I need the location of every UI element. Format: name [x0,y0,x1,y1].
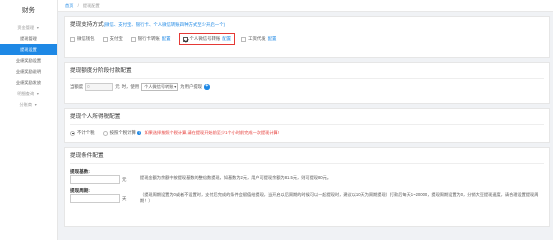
option-label: 工资代发 [248,36,266,41]
breadcrumb-home-link[interactable]: 首页 [65,3,73,8]
tax-option-none[interactable]: 不计个税 [70,129,95,137]
sidebar-title: 财务 [22,7,35,14]
sidebar-item-reward-desc[interactable]: 业绩奖励说明 [0,66,57,77]
cycle-input-group: 天 [70,194,140,203]
tax-option-calc[interactable]: 按照个税计算 [102,129,136,137]
methods-title: 提现支持方式 [70,22,104,28]
option-label: 微信钱包 [77,36,95,41]
methods-options: 微信钱包 支付宝 银行卡转账 配置 个人微信号转账 配置 工资代发 配置 [70,33,544,45]
cycle-label: 提现周期: [70,188,90,193]
base-input-group: 元 [70,175,140,184]
base-label: 提现基数: [70,169,90,174]
option-alipay[interactable]: 支付宝 [102,35,123,43]
chevron-down-icon: ▼ [173,85,177,89]
checkbox[interactable] [70,36,75,42]
option-label: 个人微信号转账 [189,36,221,41]
sidebar: 财务 资金管理 ▼ 提现管理 提现设置 业绩奖励设置 业绩奖励说明 业绩奖励发放 … [0,0,58,240]
amount-middle-text: 时，使用 [121,84,140,89]
sidebar-group-funds[interactable]: 资金管理 ▼ [0,22,57,33]
breadcrumb: 首页 / 提现配置 [58,0,553,12]
chevron-down-icon: ▼ [36,26,40,30]
tax-options: 不计个税 按照个税计算 ? 如果选择按照个税计算,请在提现开始前至少1个小时前完… [70,129,544,137]
select-value: 个人微信号转账 [144,84,174,89]
conditions-title: 提现条件配置 [70,153,104,159]
sidebar-group-label: 分账商 [19,102,33,107]
sidebar-group-details[interactable]: 明细查询 ▼ [0,88,57,99]
amount-suffix: 为用户提现 [180,84,203,89]
radio-selected[interactable] [70,130,75,136]
chevron-down-icon: ▼ [34,103,38,107]
option-personal-wechat[interactable]: 个人微信号转账 配置 [178,33,236,45]
help-icon[interactable]: ? [136,130,142,136]
amount-unit: 元 [115,84,120,89]
main-content: 提现支持方式(微信、支付宝、银行卡、个人微信转账四种方式至少开启一个) 微信钱包… [64,16,550,231]
condition-cycle-row: 提现周期: 天 （提现周期设置为0或者不设置时，支付后完成的条件会赋值给提现，当… [70,187,544,206]
option-label: 支付宝 [109,36,123,41]
amount-row: 当额度 0 元 时，使用 个人微信号转账 ▼ 为用户提现 + [70,83,544,91]
option-bank-transfer[interactable]: 银行卡转账 配置 [130,35,171,43]
amount-prefix: 当额度 [70,84,84,89]
condition-base-field: 提现基数: 元 [70,168,140,187]
base-description: 提现金额为余额中按提现基数的整倍数提现，如基数为2元，用户可提现余额为81.5元… [140,175,332,180]
checkbox[interactable] [241,36,247,42]
cycle-description: （提现周期设置为0或者不设置时，支付后完成的条件会赋值给提现，当开启以后周期的时… [140,192,539,203]
config-link[interactable]: 配置 [222,35,231,43]
sidebar-item-reward-issue[interactable]: 业绩奖励发放 [0,77,57,88]
option-label: 银行卡转账 [137,36,160,41]
sidebar-group-split[interactable]: 分账商 ▼ [0,99,57,110]
checkbox-checked[interactable] [182,36,188,42]
config-link[interactable]: 配置 [162,35,171,43]
tax-card: 提现个人所得税配置 不计个税 按照个税计算 ? 如果选择按照个税计算,请在提现开… [64,108,550,143]
tax-title: 提现个人所得税配置 [70,114,121,120]
transfer-method-select[interactable]: 个人微信号转账 ▼ [141,83,179,91]
condition-base-row: 提现基数: 元 提现金额为余额中按提现基数的整倍数提现，如基数为2元，用户可提现… [70,168,544,187]
sidebar-item-reward-settings[interactable]: 业绩奖励设置 [0,55,57,66]
condition-cycle-field: 提现周期: 天 [70,187,140,206]
base-amount-input[interactable] [70,175,120,184]
breadcrumb-separator: / [77,3,79,8]
add-icon[interactable]: + [204,84,210,90]
conditions-card: 提现条件配置 提现基数: 元 提现金额为余额中按提现基数的整倍数提现，如基数为2… [64,147,550,227]
base-unit: 元 [122,176,127,182]
tax-warning-note: 如果选择按照个税计算,请在提现开始前至少1个小时前完成一次提现计算! [144,130,279,135]
amount-threshold-input[interactable]: 0 [85,83,114,91]
option-payroll[interactable]: 工资代发 配置 [241,35,276,43]
sidebar-item-withdraw-manage[interactable]: 提现管理 [0,33,57,44]
chevron-down-icon: ▼ [36,92,40,96]
cycle-unit: 天 [122,195,127,201]
amount-title: 提现额度分阶段付款配置 [70,68,132,74]
sidebar-group-label: 明细查询 [17,91,35,96]
breadcrumb-current: 提现配置 [82,3,100,8]
amount-stage-card: 提现额度分阶段付款配置 当额度 0 元 时，使用 个人微信号转账 ▼ 为用户提现 … [64,62,550,104]
divider [70,78,544,79]
radio[interactable] [102,130,108,136]
divider [70,163,544,164]
card-title: 提现支持方式(微信、支付宝、银行卡、个人微信转账四种方式至少开启一个) [70,21,544,29]
sidebar-item-withdraw-settings[interactable]: 提现设置 [0,44,57,55]
option-label: 不计个税 [77,130,95,135]
cycle-days-input[interactable] [70,194,120,203]
withdraw-methods-card: 提现支持方式(微信、支付宝、银行卡、个人微信转账四种方式至少开启一个) 微信钱包… [64,16,550,58]
divider [70,124,544,125]
option-label: 按照个税计算 [109,130,136,135]
methods-subtitle: (微信、支付宝、银行卡、个人微信转账四种方式至少开启一个) [103,22,226,27]
config-link[interactable]: 配置 [268,35,277,43]
checkbox[interactable] [130,36,136,42]
sidebar-group-label: 资金管理 [17,25,35,30]
option-wechat-wallet[interactable]: 微信钱包 [70,35,95,43]
checkbox[interactable] [102,36,108,42]
